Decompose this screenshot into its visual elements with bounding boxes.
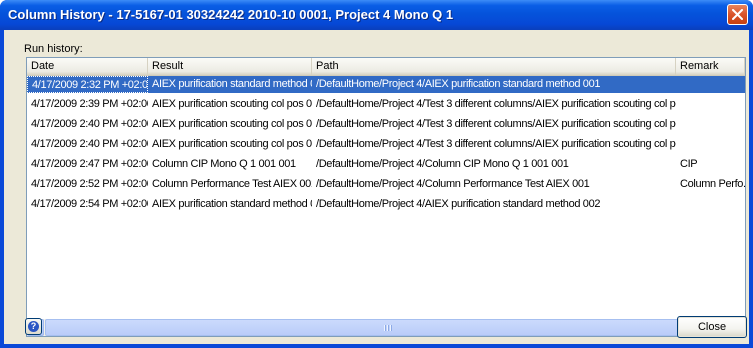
table-row[interactable]: 4/17/2009 2:54 PM +02:00 AIEX purificati…: [27, 196, 745, 213]
cell-date: 4/17/2009 2:39 PM +02:00: [31, 98, 148, 110]
column-header-remark[interactable]: Remark: [676, 58, 745, 75]
table-row[interactable]: 4/17/2009 2:40 PM +02:00 AIEX purificati…: [27, 136, 745, 153]
help-icon: ?: [28, 321, 39, 332]
cell-date: 4/17/2009 2:40 PM +02:00: [31, 118, 148, 130]
cell-result: Column CIP Mono Q 1 001 001: [152, 158, 296, 170]
cell-remark: [676, 116, 745, 133]
table-row[interactable]: 4/17/2009 2:39 PM +02:00 AIEX purificati…: [27, 96, 745, 113]
cell-date: 4/17/2009 2:47 PM +02:00: [31, 158, 148, 170]
close-icon: [732, 9, 743, 20]
table-row[interactable]: 4/17/2009 2:40 PM +02:00 AIEX purificati…: [27, 116, 745, 133]
close-button[interactable]: Close: [677, 316, 747, 338]
table-row[interactable]: 4/17/2009 2:32 PM +02:00 AIEX purificati…: [27, 76, 745, 93]
run-history-table[interactable]: Date Result Path Remark 4/17/2009 2:32 P…: [26, 57, 746, 337]
table-row[interactable]: 4/17/2009 2:47 PM +02:00 Column CIP Mono…: [27, 156, 745, 173]
cell-remark: CIP: [680, 158, 698, 170]
column-header-date[interactable]: Date: [27, 58, 148, 75]
dialog-client-area: Run history: Date Result Path Remark 4/1…: [4, 30, 749, 344]
column-header-path[interactable]: Path: [312, 58, 676, 75]
cell-path: /DefaultHome/Project 4/Test 3 different …: [316, 98, 676, 110]
scrollbar-thumb[interactable]: [45, 319, 726, 336]
column-header-result[interactable]: Result: [148, 58, 312, 75]
title-bar[interactable]: Column History - 17-5167-01 30324242 201…: [0, 0, 753, 30]
table-row[interactable]: 4/17/2009 2:52 PM +02:00 Column Performa…: [27, 176, 745, 193]
cell-path: /DefaultHome/Project 4/Column CIP Mono Q…: [316, 158, 569, 170]
cell-remark: [676, 96, 745, 113]
run-history-label: Run history:: [24, 43, 83, 55]
cell-result: AIEX purification scouting col pos 005: [152, 118, 312, 130]
column-history-dialog: Column History - 17-5167-01 30324242 201…: [0, 0, 753, 348]
scrollbar-grip: [384, 325, 392, 331]
cell-result: Column Performance Test AIEX 001: [152, 178, 312, 190]
cell-date: 4/17/2009 2:54 PM +02:00: [31, 198, 148, 210]
cell-result: AIEX purification scouting col pos 006: [152, 138, 312, 150]
cell-result: AIEX purification standard method 001: [152, 78, 312, 90]
cell-date: 4/17/2009 2:40 PM +02:00: [31, 138, 148, 150]
cell-remark: Column Perfo...: [680, 178, 745, 190]
cell-path: /DefaultHome/Project 4/Test 3 different …: [316, 138, 676, 150]
table-header: Date Result Path Remark: [27, 58, 745, 76]
horizontal-scrollbar[interactable]: [27, 319, 745, 336]
cell-path: /DefaultHome/Project 4/Test 3 different …: [316, 118, 676, 130]
cell-date: 4/17/2009 2:52 PM +02:00: [31, 178, 148, 190]
cell-path: /DefaultHome/Project 4/Column Performanc…: [316, 178, 590, 190]
cell-remark: [676, 196, 745, 213]
cell-result: AIEX purification scouting col pos 001: [152, 98, 312, 110]
cell-date: 4/17/2009 2:32 PM +02:00: [27, 76, 148, 93]
cell-remark: [676, 136, 745, 153]
cell-result: AIEX purification standard method 002: [152, 198, 312, 210]
cell-path: /DefaultHome/Project 4/AIEX purification…: [316, 198, 601, 210]
window-title: Column History - 17-5167-01 30324242 201…: [8, 7, 454, 22]
cell-path: /DefaultHome/Project 4/AIEX purification…: [316, 78, 601, 90]
help-button[interactable]: ?: [25, 318, 42, 335]
cell-remark: [676, 76, 745, 93]
window-close-button[interactable]: [727, 4, 748, 25]
